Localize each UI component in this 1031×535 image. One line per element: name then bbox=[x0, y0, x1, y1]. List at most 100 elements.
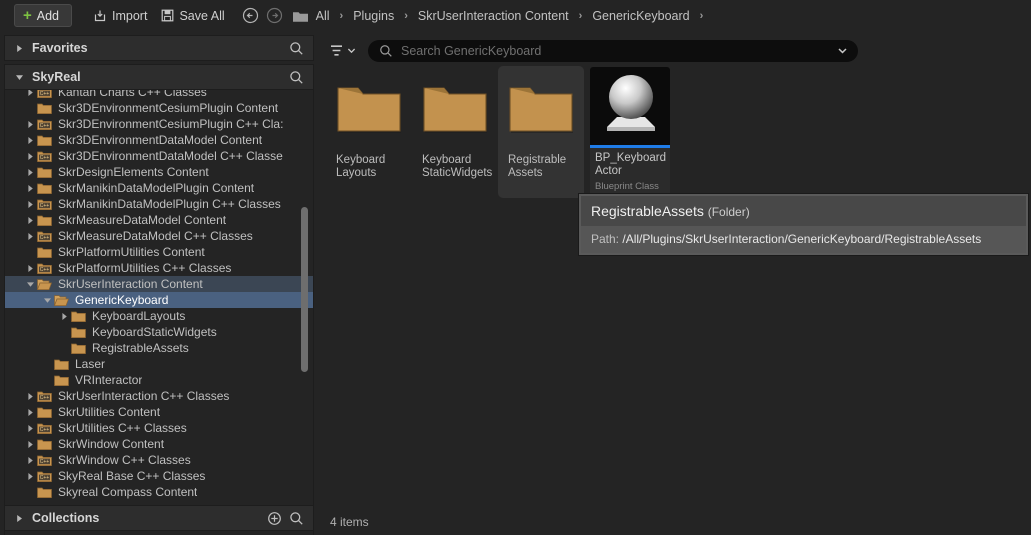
tree-item[interactable]: SkrWindow Content bbox=[5, 436, 313, 452]
breadcrumb-skruserinteraction-content[interactable]: SkrUserInteraction Content bbox=[415, 9, 572, 23]
tree-item-label: Skr3DEnvironmentDataModel Content bbox=[58, 133, 263, 147]
tree-item[interactable]: Skyreal Compass Content bbox=[5, 484, 313, 500]
tree-item[interactable]: SkrUtilities Content bbox=[5, 404, 313, 420]
folder-icon bbox=[37, 406, 55, 419]
search-icon[interactable] bbox=[285, 37, 307, 59]
chevron-right-icon[interactable] bbox=[23, 200, 37, 209]
chevron-right-icon[interactable] bbox=[23, 136, 37, 145]
chevron-right-icon[interactable] bbox=[23, 168, 37, 177]
chevron-right-icon[interactable] bbox=[23, 232, 37, 241]
tooltip-path-value: /All/Plugins/SkrUserInteraction/GenericK… bbox=[622, 232, 982, 246]
chevron-right-icon[interactable] bbox=[23, 440, 37, 449]
content-browser-window: + Add Import Save All All › Plugins › Sk… bbox=[0, 0, 1031, 535]
chevron-right-icon[interactable] bbox=[23, 184, 37, 193]
tree-item[interactable]: GenericKeyboard bbox=[5, 292, 313, 308]
folder-tile[interactable]: Keyboard StaticWidgets bbox=[412, 66, 498, 198]
back-button[interactable] bbox=[240, 5, 262, 27]
chevron-right-icon[interactable] bbox=[23, 472, 37, 481]
tree-item[interactable]: C++ SkrMeasureDataModel C++ Classes bbox=[5, 228, 313, 244]
asset-tile-bp-keyboard-actor[interactable]: BP_Keyboard Actor Blueprint Class bbox=[590, 67, 670, 198]
tree-item[interactable]: C++ SkrWindow C++ Classes bbox=[5, 452, 313, 468]
folder-tile-label-line1: Keyboard bbox=[336, 154, 386, 166]
breadcrumb-separator: › bbox=[339, 9, 344, 22]
folder-tile-label-line1: Keyboard bbox=[422, 154, 472, 166]
chevron-right-icon[interactable] bbox=[23, 408, 37, 417]
tree-item[interactable]: C++ SkrPlatformUtilities C++ Classes bbox=[5, 260, 313, 276]
filter-button[interactable] bbox=[325, 41, 360, 60]
chevron-down-icon[interactable] bbox=[837, 45, 848, 56]
chevron-down-icon[interactable] bbox=[40, 296, 54, 305]
tree-item[interactable]: SkrPlatformUtilities Content bbox=[5, 244, 313, 260]
asset-type-label: Blueprint Class bbox=[595, 181, 659, 192]
folder-tree[interactable]: C++ Kantan Charts C++ Classes Skr3DEnviron… bbox=[4, 90, 314, 535]
asset-thumbnail bbox=[590, 67, 670, 145]
folder-tile-label: Registrable Assets bbox=[502, 154, 580, 180]
folder-open-icon bbox=[54, 294, 72, 307]
folder-icon bbox=[71, 326, 89, 339]
breadcrumb-generickeyboard[interactable]: GenericKeyboard bbox=[589, 9, 692, 23]
search-icon[interactable] bbox=[285, 507, 307, 529]
add-button[interactable]: + Add bbox=[14, 4, 73, 27]
chevron-right-icon[interactable] bbox=[23, 264, 37, 273]
tree-item[interactable]: Skr3DEnvironmentDataModel Content bbox=[5, 132, 313, 148]
tree-item[interactable]: RegistrableAssets bbox=[5, 340, 313, 356]
add-collection-icon[interactable] bbox=[263, 507, 285, 529]
forward-button[interactable] bbox=[264, 5, 286, 27]
chevron-right-icon[interactable] bbox=[57, 312, 71, 321]
folder-tile[interactable]: Keyboard Layouts bbox=[326, 66, 412, 198]
chevron-right-icon[interactable] bbox=[23, 424, 37, 433]
tree-item[interactable]: SkrUserInteraction Content bbox=[5, 276, 313, 292]
tree-item[interactable]: C++ Skr3DEnvironmentDataModel C++ Classe bbox=[5, 148, 313, 164]
folder-icon bbox=[37, 134, 55, 147]
asset-meta: BP_Keyboard Actor Blueprint Class bbox=[590, 148, 670, 198]
breadcrumb-plugins[interactable]: Plugins bbox=[350, 9, 397, 23]
tree-item[interactable]: C++ SkrUtilities C++ Classes bbox=[5, 420, 313, 436]
tree-item[interactable]: KeyboardLayouts bbox=[5, 308, 313, 324]
folder-icon bbox=[54, 358, 72, 371]
folder-icon bbox=[37, 214, 55, 227]
folder-tile[interactable]: Registrable Assets bbox=[498, 66, 584, 198]
folder-tile-label-line2: Assets bbox=[508, 167, 543, 179]
search-icon[interactable] bbox=[285, 66, 307, 88]
tree-item[interactable]: C++ Kantan Charts C++ Classes bbox=[5, 90, 313, 100]
chevron-right-icon[interactable] bbox=[23, 120, 37, 129]
chevron-right-icon[interactable] bbox=[23, 90, 37, 97]
tree-item[interactable]: SkrMeasureDataModel Content bbox=[5, 212, 313, 228]
tree-item[interactable]: KeyboardStaticWidgets bbox=[5, 324, 313, 340]
import-button[interactable]: Import bbox=[86, 4, 154, 27]
save-all-button[interactable]: Save All bbox=[154, 4, 231, 27]
tree-item[interactable]: SkrDesignElements Content bbox=[5, 164, 313, 180]
search-input[interactable]: Search GenericKeyboard bbox=[368, 39, 858, 62]
chevron-right-icon[interactable] bbox=[23, 392, 37, 401]
collections-header[interactable]: Collections bbox=[4, 505, 314, 531]
folder-icon bbox=[71, 310, 89, 323]
asset-name-line1: BP_Keyboard bbox=[595, 152, 666, 164]
breadcrumb-all[interactable]: All bbox=[313, 9, 333, 23]
chevron-right-icon[interactable] bbox=[23, 152, 37, 161]
tree-item[interactable]: Skr3DEnvironmentCesiumPlugin Content bbox=[5, 100, 313, 116]
tree-item[interactable]: C++ SkyReal Base C++ Classes bbox=[5, 468, 313, 484]
tree-item[interactable]: VRInteractor bbox=[5, 372, 313, 388]
tree-item-label: RegistrableAssets bbox=[92, 341, 189, 355]
skyreal-title: SkyReal bbox=[32, 70, 81, 84]
svg-text:C++: C++ bbox=[40, 123, 50, 129]
folder-tile-label-line1: Registrable bbox=[508, 154, 567, 166]
tree-item[interactable]: SkrManikinDataModelPlugin Content bbox=[5, 180, 313, 196]
chevron-down-icon[interactable] bbox=[23, 280, 37, 289]
chevron-right-icon[interactable] bbox=[23, 216, 37, 225]
chevron-right-icon[interactable] bbox=[23, 456, 37, 465]
tree-item[interactable]: C++ Skr3DEnvironmentCesiumPlugin C++ Cla: bbox=[5, 116, 313, 132]
tree-item-label: KeyboardStaticWidgets bbox=[92, 325, 217, 339]
tree-item[interactable]: C++ SkrUserInteraction C++ Classes bbox=[5, 388, 313, 404]
tree-item[interactable]: Laser bbox=[5, 356, 313, 372]
tooltip-title: RegistrableAssets bbox=[591, 203, 704, 219]
cpp-folder-icon: C++ bbox=[37, 230, 55, 243]
chevron-down-icon bbox=[15, 73, 24, 82]
tree-item-label: VRInteractor bbox=[75, 373, 143, 387]
favorites-header[interactable]: Favorites bbox=[4, 35, 314, 61]
skyreal-header[interactable]: SkyReal bbox=[4, 64, 314, 90]
tree-scrollbar[interactable] bbox=[301, 207, 308, 372]
folder-tile-label-line2: Layouts bbox=[336, 167, 377, 179]
tree-item[interactable]: C++ SkrManikinDataModelPlugin C++ Classes bbox=[5, 196, 313, 212]
tree-item-label: SkrUserInteraction Content bbox=[58, 277, 203, 291]
